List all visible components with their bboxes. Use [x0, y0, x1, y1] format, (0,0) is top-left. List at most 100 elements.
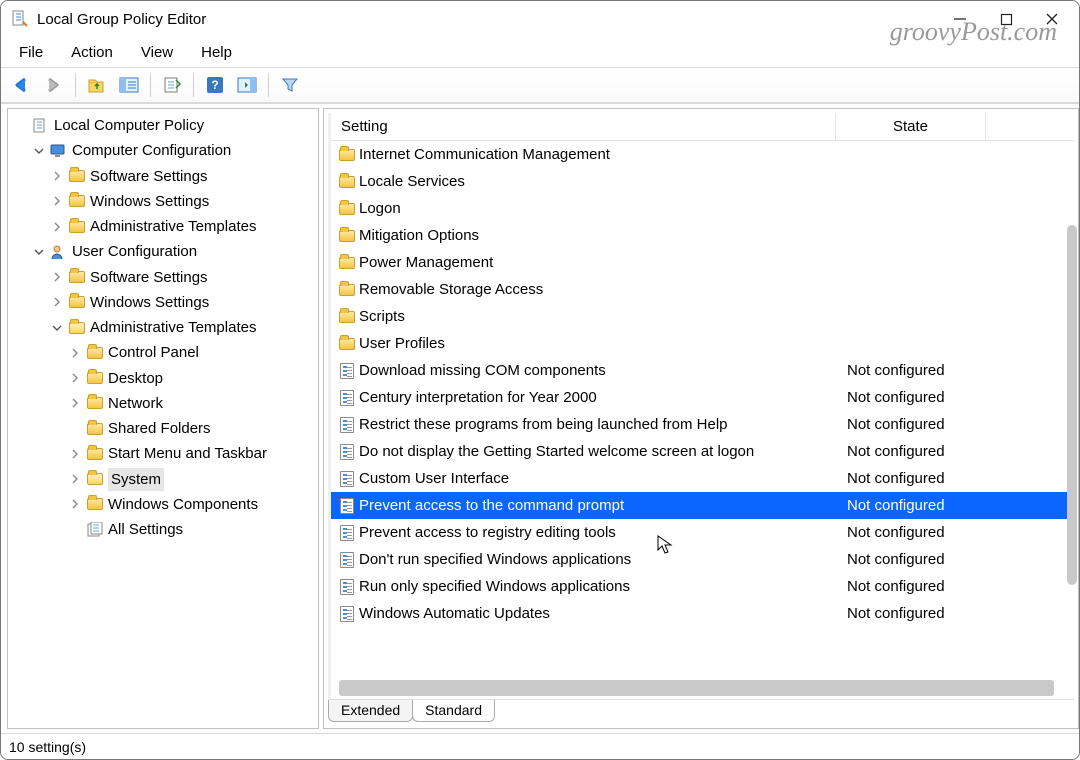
filter-button[interactable]: [275, 71, 305, 99]
folder-icon: [68, 168, 86, 184]
tab-standard[interactable]: Standard: [412, 700, 495, 722]
policy-setting-icon: [337, 363, 357, 379]
list-setting-row[interactable]: Century interpretation for Year 2000Not …: [331, 384, 1074, 411]
window-title: Local Group Policy Editor: [37, 11, 206, 28]
list-folder-row[interactable]: Logon: [331, 195, 1074, 222]
list-folder-row[interactable]: Locale Services: [331, 168, 1074, 195]
tree-node-software-settings[interactable]: Software Settings: [48, 265, 316, 290]
tree-node-label: Software Settings: [90, 165, 208, 188]
tree-node-windows-settings[interactable]: Windows Settings: [48, 290, 316, 315]
close-button[interactable]: [1029, 3, 1075, 35]
list-setting-row[interactable]: Prevent access to the command promptNot …: [331, 492, 1074, 519]
list-item-name: Mitigation Options: [357, 227, 839, 244]
tree-node-start-menu-and-taskbar[interactable]: Start Menu and Taskbar: [66, 441, 316, 466]
menu-action[interactable]: Action: [61, 40, 123, 65]
list-item-name: Prevent access to registry editing tools: [357, 524, 839, 541]
tree-node-user-configuration[interactable]: User Configuration: [30, 239, 316, 264]
tree-node-computer-configuration[interactable]: Computer Configuration: [30, 138, 316, 163]
list-folder-row[interactable]: Mitigation Options: [331, 222, 1074, 249]
folder-icon: [68, 269, 86, 285]
help-button[interactable]: ?: [200, 71, 230, 99]
tree-node-windows-settings[interactable]: Windows Settings: [48, 189, 316, 214]
horizontal-scrollbar[interactable]: [339, 680, 1054, 696]
folder-icon: [68, 193, 86, 209]
folder-icon: [337, 230, 357, 242]
forward-button[interactable]: [39, 71, 69, 99]
list-setting-row[interactable]: Prevent access to registry editing tools…: [331, 519, 1074, 546]
tree-node-shared-folders[interactable]: Shared Folders: [66, 416, 316, 441]
app-icon: [11, 10, 29, 28]
policy-setting-icon: [337, 444, 357, 460]
gpo-icon: [32, 118, 50, 134]
list-item-name: Do not display the Getting Started welco…: [357, 443, 839, 460]
chevron-right-icon[interactable]: [68, 497, 82, 511]
list-setting-row[interactable]: Don't run specified Windows applications…: [331, 546, 1074, 573]
list-folder-row[interactable]: Internet Communication Management: [331, 141, 1074, 168]
list-setting-row[interactable]: Windows Automatic UpdatesNot configured: [331, 600, 1074, 627]
minimize-button[interactable]: [937, 3, 983, 35]
column-header-state[interactable]: State: [836, 113, 986, 140]
list-setting-row[interactable]: Restrict these programs from being launc…: [331, 411, 1074, 438]
chevron-down-icon[interactable]: [32, 144, 46, 158]
list-setting-row[interactable]: Do not display the Getting Started welco…: [331, 438, 1074, 465]
tree-node-local-computer-policy[interactable]: Local Computer Policy: [12, 113, 316, 138]
tree-node-desktop[interactable]: Desktop: [66, 366, 316, 391]
tab-extended[interactable]: Extended: [328, 700, 413, 722]
tree-node-label: All Settings: [108, 518, 183, 541]
tree-node-all-settings[interactable]: All Settings: [66, 517, 316, 542]
list-item-state: Not configured: [839, 362, 1059, 379]
tree-node-network[interactable]: Network: [66, 391, 316, 416]
show-hide-action-pane-button[interactable]: [232, 71, 262, 99]
chevron-right-icon[interactable]: [50, 270, 64, 284]
chevron-down-icon[interactable]: [32, 245, 46, 259]
chevron-right-icon[interactable]: [50, 194, 64, 208]
toolbar-separator: [193, 73, 194, 97]
list-setting-row[interactable]: Download missing COM componentsNot confi…: [331, 357, 1074, 384]
scroll-thumb[interactable]: [1067, 225, 1077, 585]
list-item-state: Not configured: [839, 578, 1059, 595]
column-header-setting[interactable]: Setting: [331, 113, 836, 140]
menu-help[interactable]: Help: [191, 40, 242, 65]
list-folder-row[interactable]: Power Management: [331, 249, 1074, 276]
chevron-right-icon[interactable]: [68, 396, 82, 410]
tree-node-administrative-templates[interactable]: Administrative Templates: [48, 315, 316, 340]
list-item-name: Don't run specified Windows applications: [357, 551, 839, 568]
list-setting-row[interactable]: Run only specified Windows applicationsN…: [331, 573, 1074, 600]
folder-icon: [86, 370, 104, 386]
vertical-scrollbar[interactable]: [1067, 145, 1077, 658]
menu-view[interactable]: View: [131, 40, 183, 65]
show-hide-console-tree-button[interactable]: [114, 71, 144, 99]
export-list-button[interactable]: [157, 71, 187, 99]
list-item-name: Logon: [357, 200, 839, 217]
tree-node-label: Local Computer Policy: [54, 114, 204, 137]
list-body[interactable]: Internet Communication ManagementLocale …: [331, 141, 1074, 676]
list-folder-row[interactable]: Removable Storage Access: [331, 276, 1074, 303]
policy-setting-icon: [337, 417, 357, 433]
svg-text:?: ?: [211, 78, 218, 92]
tree-node-software-settings[interactable]: Software Settings: [48, 164, 316, 189]
tree-node-control-panel[interactable]: Control Panel: [66, 340, 316, 365]
chevron-right-icon[interactable]: [68, 371, 82, 385]
chevron-right-icon[interactable]: [68, 346, 82, 360]
list-setting-row[interactable]: Custom User InterfaceNot configured: [331, 465, 1074, 492]
list-item-name: Removable Storage Access: [357, 281, 839, 298]
list-folder-row[interactable]: User Profiles: [331, 330, 1074, 357]
tree-node-administrative-templates[interactable]: Administrative Templates: [48, 214, 316, 239]
chevron-right-icon[interactable]: [50, 220, 64, 234]
tree-node-system[interactable]: System: [66, 467, 316, 492]
app-window: Local Group Policy Editor groovyPost.com…: [0, 0, 1080, 760]
list-folder-row[interactable]: Scripts: [331, 303, 1074, 330]
list-header: Setting State: [331, 113, 1074, 141]
tree-node-windows-components[interactable]: Windows Components: [66, 492, 316, 517]
chevron-right-icon[interactable]: [68, 447, 82, 461]
tree-pane[interactable]: Local Computer Policy Computer Configura…: [7, 108, 319, 729]
maximize-button[interactable]: [983, 3, 1029, 35]
back-button[interactable]: [7, 71, 37, 99]
up-one-level-button[interactable]: [82, 71, 112, 99]
menu-file[interactable]: File: [9, 40, 53, 65]
chevron-right-icon[interactable]: [50, 295, 64, 309]
chevron-right-icon[interactable]: [68, 472, 82, 486]
chevron-down-icon[interactable]: [50, 321, 64, 335]
tree-node-label: Windows Settings: [90, 190, 209, 213]
chevron-right-icon[interactable]: [50, 169, 64, 183]
